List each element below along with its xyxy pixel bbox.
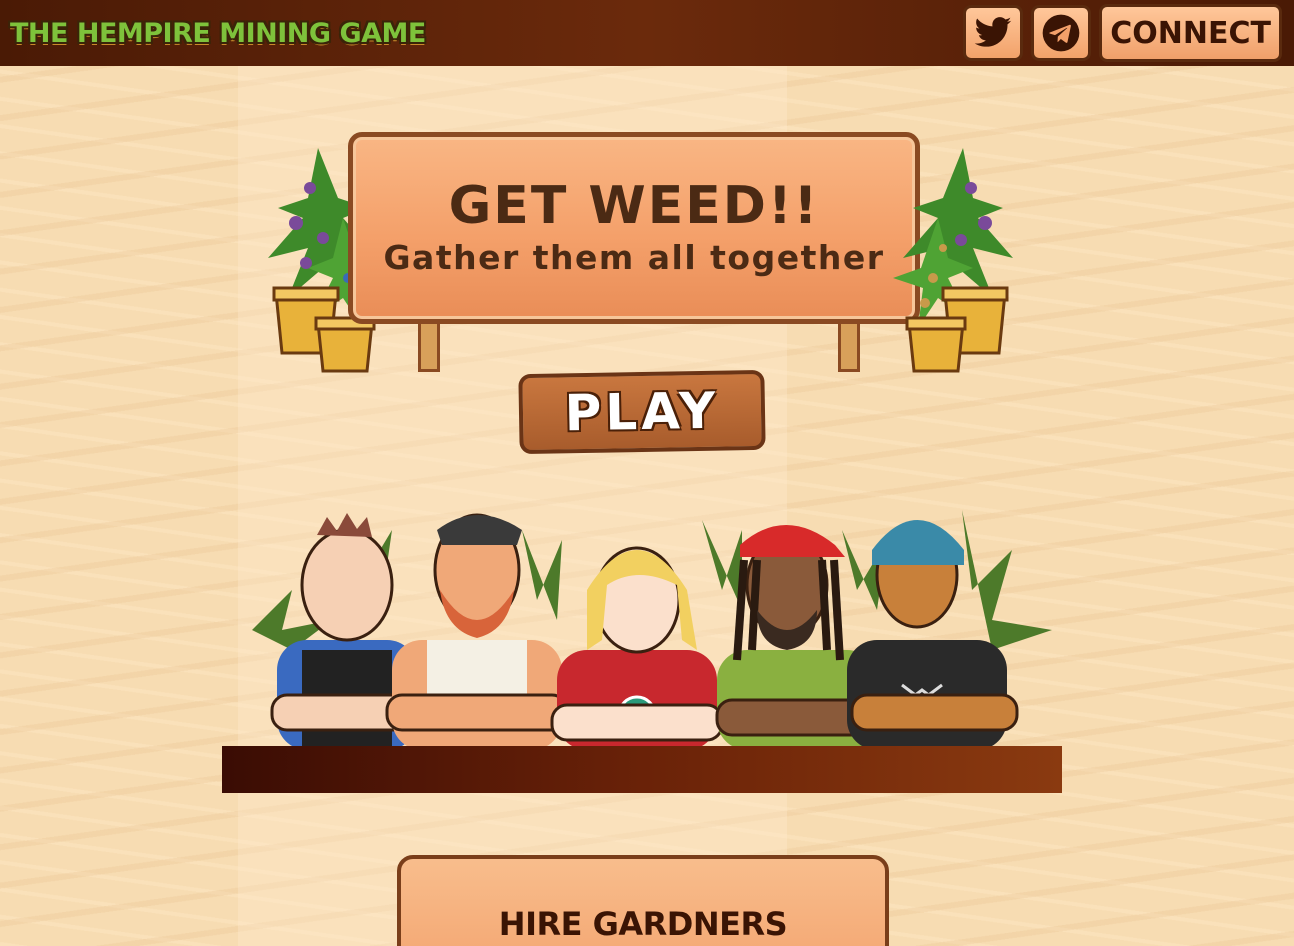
characters-illustration [252, 510, 1052, 750]
character-2 [385, 513, 569, 750]
sign-post-right [838, 318, 860, 372]
connect-wallet-button[interactable]: CONNECT [1099, 4, 1282, 62]
header-actions: CONNECT [963, 4, 1282, 62]
sign-board: GET WEED!! Gather them all together [348, 132, 920, 324]
twitter-icon [974, 17, 1012, 47]
sign-subtitle: Gather them all together [383, 237, 885, 277]
sign-title: GET WEED!! [448, 175, 820, 236]
telegram-icon [1042, 14, 1080, 52]
hire-gardners-title: HIRE GARDNERS [498, 905, 788, 943]
character-3 [550, 546, 724, 750]
top-bar: THE HEMPIRE MINING GAME CONNECT [0, 0, 1294, 66]
gardeners-illustration [222, 490, 1062, 793]
hire-gardners-card: HIRE GARDNERS [397, 855, 889, 946]
hero-sign: GET WEED!! Gather them all together [248, 128, 1033, 373]
potted-plant-right-icon [893, 148, 1013, 373]
telegram-button[interactable] [1031, 5, 1092, 61]
twitter-button[interactable] [963, 5, 1024, 61]
counter-bar [222, 746, 1062, 793]
sign-post-left [418, 318, 440, 372]
play-button[interactable]: PLAY [518, 369, 766, 455]
game-logo[interactable]: THE HEMPIRE MINING GAME [10, 18, 426, 49]
play-label: PLAY [564, 381, 720, 443]
